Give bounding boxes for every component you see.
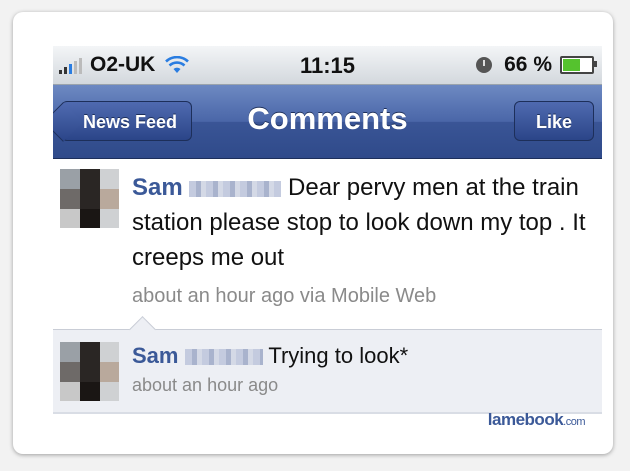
like-button[interactable]: Like (514, 101, 594, 141)
alarm-clock-icon (476, 57, 493, 73)
comment-text: Trying to look* (268, 343, 409, 368)
status-bar: O2-UK 11:15 66 % (53, 46, 602, 85)
avatar[interactable] (60, 342, 119, 401)
avatar[interactable] (60, 169, 119, 228)
lamebook-watermark: lamebook.com (487, 410, 586, 430)
battery-fill (563, 59, 581, 71)
post-author[interactable]: Sam (132, 174, 183, 201)
comments-section: Sam Trying to look* about an hour ago (53, 316, 602, 414)
status-right: 66 % (476, 53, 597, 77)
screenshot-frame: O2-UK 11:15 66 % News Feed Comments Like (13, 12, 613, 454)
phone-screen: O2-UK 11:15 66 % News Feed Comments Like (53, 46, 602, 414)
watermark-suffix: .com (563, 416, 585, 428)
post-timestamp: about an hour ago via Mobile Web (132, 285, 437, 307)
comment-body: Sam Trying to look* (132, 343, 408, 369)
battery-percent: 66 % (504, 53, 552, 76)
status-post: Sam Dear pervy men at the train station … (53, 159, 602, 329)
post-body: Sam Dear pervy men at the train station … (132, 170, 592, 275)
watermark-brand: lamebook (487, 410, 564, 429)
back-button-label: News Feed (83, 112, 178, 132)
blurred-surname (184, 349, 263, 366)
blurred-surname (189, 180, 282, 197)
battery-icon (560, 56, 597, 74)
navigation-bar: News Feed Comments Like (53, 85, 602, 159)
comment-author[interactable]: Sam (132, 343, 178, 368)
comment-timestamp: about an hour ago (132, 375, 279, 395)
